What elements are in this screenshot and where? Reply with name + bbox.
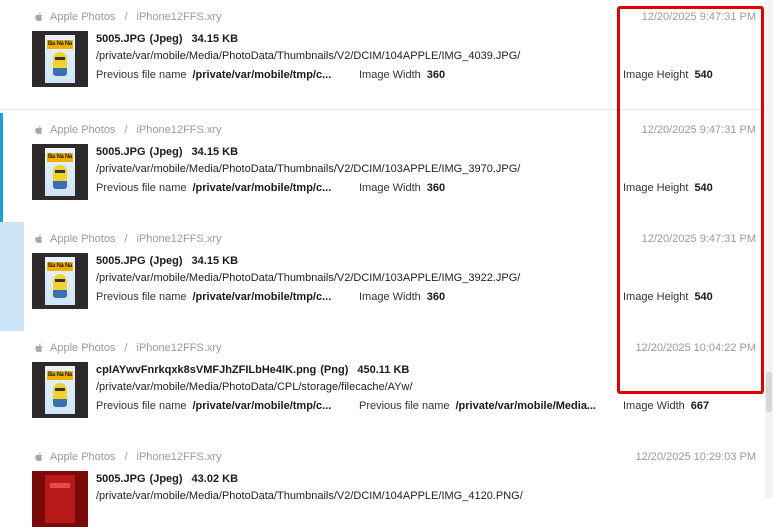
thumbnail[interactable]: Ba Na Na [32,362,88,418]
file-path: /private/var/mobile/Media/PhotoData/Thum… [96,490,523,502]
source-name: Apple Photos [50,451,116,463]
device-name: iPhone12FFS.xry [136,451,222,463]
file-title: 5005.JPG (Jpeg) 34.15 KB [96,255,238,267]
apple-icon [35,343,43,353]
separator: / [124,124,128,136]
file-title: 5005.JPG (Jpeg) 43.02 KB [96,473,238,485]
apple-icon [35,452,43,462]
file-size: 34.15 KB [191,33,239,45]
separator: / [124,342,128,354]
source-line: Apple Photos / iPhone12FFS.xry [33,10,221,24]
source-name: Apple Photos [50,124,116,136]
attr-image-width: Image Width 360 [359,69,446,81]
selection-indicator [0,113,3,222]
device-name: iPhone12FFS.xry [136,233,222,245]
file-name: cpIAYwvFnrkqxk8sVMFJhZFILbHe4lK.png [96,364,317,376]
thumbnail[interactable] [32,471,88,527]
file-list: Apple Photos / iPhone12FFS.xry 12/20/202… [0,0,773,527]
thumbnail[interactable]: Ba Na Na [32,144,88,200]
source-line: Apple Photos / iPhone12FFS.xry [33,123,221,137]
attr-previous-file-name: Previous file name/private/var/mobile/tm… [96,291,332,303]
thumbnail-caption: Ba Na Na [47,153,73,162]
source-name: Apple Photos [50,233,116,245]
apple-icon [35,12,43,22]
file-size: 43.02 KB [191,473,239,485]
file-type: (Jpeg) [149,473,183,485]
file-type: (Jpeg) [149,33,183,45]
device-name: iPhone12FFS.xry [136,124,222,136]
separator: / [124,451,128,463]
timestamp: 12/20/2025 10:29:03 PM [635,451,756,463]
file-name: 5005.JPG [96,255,146,267]
attr-image-width: Image Width 360 [359,182,446,194]
file-path: /private/var/mobile/Media/PhotoData/Thum… [96,272,521,284]
file-name: 5005.JPG [96,473,146,485]
device-name: iPhone12FFS.xry [136,342,222,354]
thumbnail-caption: Ba Na Na [47,262,73,271]
separator: / [124,11,128,23]
list-item[interactable]: Apple Photos / iPhone12FFS.xry 12/20/202… [0,440,765,527]
source-name: Apple Photos [50,11,116,23]
source-line: Apple Photos / iPhone12FFS.xry [33,341,221,355]
attr-image-width: Image Width 360 [359,291,446,303]
timestamp-highlight-box [617,6,764,394]
file-title: 5005.JPG (Jpeg) 34.15 KB [96,146,238,158]
apple-icon [35,234,43,244]
file-type: (Jpeg) [149,255,183,267]
file-title: cpIAYwvFnrkqxk8sVMFJhZFILbHe4lK.png (Png)… [96,364,409,376]
source-name: Apple Photos [50,342,116,354]
file-type: (Png) [320,364,349,376]
file-size: 34.15 KB [191,255,239,267]
attr-previous-file-name-2: Previous file name/private/var/mobile/Me… [359,400,597,412]
attr-previous-file-name: Previous file name/private/var/mobile/tm… [96,69,332,81]
file-type: (Jpeg) [149,146,183,158]
separator: / [124,233,128,245]
file-size: 34.15 KB [191,146,239,158]
thumbnail-caption: Ba Na Na [47,40,73,49]
source-line: Apple Photos / iPhone12FFS.xry [33,450,221,464]
file-name: 5005.JPG [96,33,146,45]
file-path: /private/var/mobile/Media/PhotoData/CPL/… [96,381,413,393]
device-name: iPhone12FFS.xry [136,11,222,23]
attribute-line: Previous file name/private/var/mobile/tm… [96,400,765,414]
apple-icon [35,125,43,135]
attr-previous-file-name: Previous file name/private/var/mobile/tm… [96,400,332,412]
file-path: /private/var/mobile/Media/PhotoData/Thum… [96,50,521,62]
hover-indicator [0,222,24,331]
thumbnail[interactable]: Ba Na Na [32,31,88,87]
file-size: 450.11 KB [357,364,410,376]
scrollbar-thumb[interactable] [766,372,772,412]
file-path: /private/var/mobile/Media/PhotoData/Thum… [96,163,521,175]
file-title: 5005.JPG (Jpeg) 34.15 KB [96,33,238,45]
vertical-scrollbar[interactable] [765,0,773,498]
source-line: Apple Photos / iPhone12FFS.xry [33,232,221,246]
thumbnail[interactable]: Ba Na Na [32,253,88,309]
file-name: 5005.JPG [96,146,146,158]
thumbnail-caption: Ba Na Na [47,371,73,380]
attr-previous-file-name: Previous file name/private/var/mobile/tm… [96,182,332,194]
attr-image-width: Image Width 667 [623,400,710,412]
